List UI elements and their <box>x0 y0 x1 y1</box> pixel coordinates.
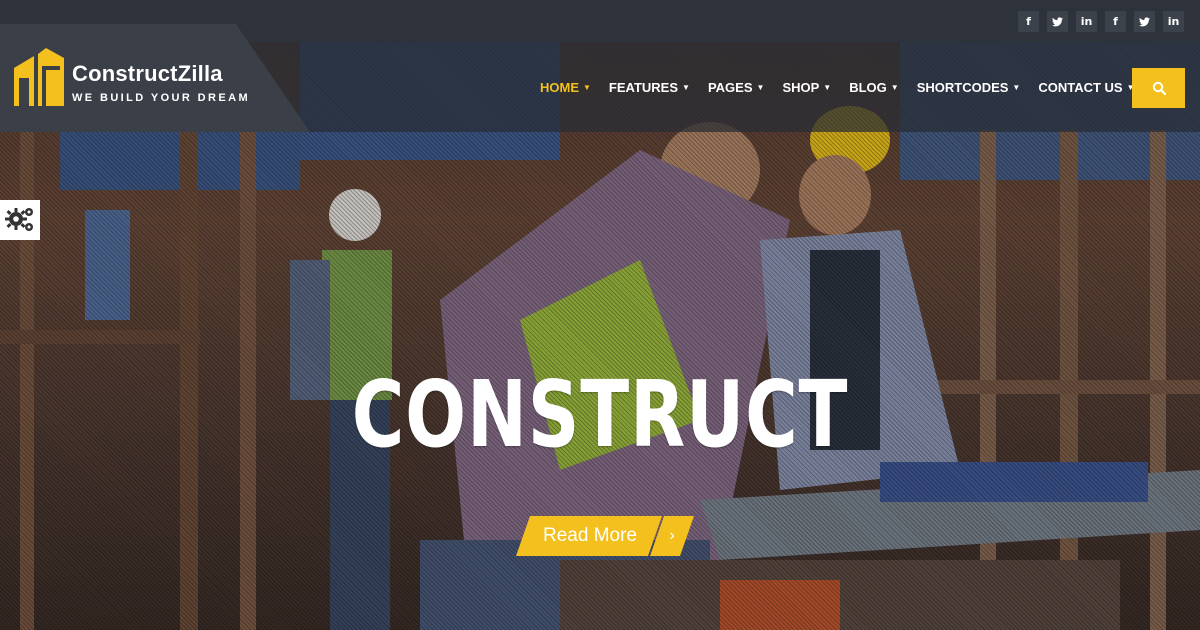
nav-item-shop[interactable]: SHOP ▼ <box>782 80 831 95</box>
primary-navigation: HOME ▼ FEATURES ▼ PAGES ▼ SHOP ▼ BLOG ▼ SHORT… <box>540 80 1135 95</box>
social-links: f in f in <box>1018 11 1184 32</box>
twitter-icon[interactable] <box>1134 11 1155 32</box>
site-logo[interactable]: ConstructZilla WE BUILD YOUR DREAM <box>14 48 250 106</box>
read-more-button[interactable]: Read More › <box>516 516 694 556</box>
nav-item-blog[interactable]: BLOG ▼ <box>849 80 898 95</box>
chevron-down-icon: ▼ <box>682 83 690 92</box>
nav-item-contact-us[interactable]: CONTACT US ▼ <box>1038 80 1134 95</box>
read-more-label: Read More <box>543 525 637 546</box>
brand-name: ConstructZilla <box>72 61 223 86</box>
chevron-down-icon: ▼ <box>890 83 899 92</box>
style-switcher-toggle[interactable] <box>0 200 40 240</box>
nav-item-features[interactable]: FEATURES ▼ <box>609 80 690 95</box>
twitter-icon[interactable] <box>1047 11 1068 32</box>
nav-item-pages[interactable]: PAGES ▼ <box>708 80 764 95</box>
nav-item-shortcodes[interactable]: SHORTCODES ▼ <box>917 80 1021 95</box>
brand-tagline: WE BUILD YOUR DREAM <box>72 92 251 104</box>
facebook-icon[interactable]: f <box>1105 11 1126 32</box>
chevron-down-icon: ▼ <box>756 83 765 92</box>
chevron-down-icon: ▼ <box>823 83 832 92</box>
hero-title: CONSTRUCT <box>351 361 849 468</box>
linkedin-icon[interactable]: in <box>1163 11 1184 32</box>
search-button[interactable] <box>1132 68 1185 108</box>
facebook-icon[interactable]: f <box>1018 11 1039 32</box>
chevron-down-icon: ▼ <box>1012 83 1021 92</box>
linkedin-icon[interactable]: in <box>1076 11 1097 32</box>
logo-building-icon <box>14 48 64 106</box>
chevron-down-icon: ▼ <box>583 83 591 92</box>
search-icon <box>1152 81 1166 95</box>
gear-icon <box>5 208 33 231</box>
nav-item-home[interactable]: HOME ▼ <box>540 80 591 95</box>
